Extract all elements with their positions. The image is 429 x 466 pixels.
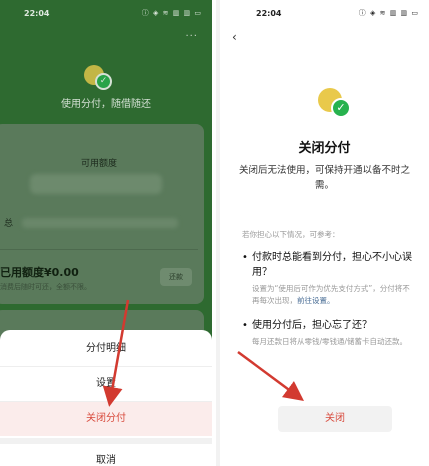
sheet-item-close-fenfu[interactable]: 关闭分付	[0, 402, 212, 436]
status-time: 22:04	[256, 8, 282, 18]
used-limit: 已用额度¥0.00	[0, 266, 79, 279]
total-prefix: 总	[4, 219, 14, 229]
back-icon[interactable]: ‹	[232, 30, 237, 44]
concern-item-misuse: 付款时总能看到分付，担心不小心误用？ 设置为“使用后可作为优先支付方式”，分付将…	[242, 250, 415, 307]
blurred-total	[22, 218, 178, 228]
close-button[interactable]: 关闭	[278, 406, 392, 432]
fenfu-logo-icon: ✓	[318, 84, 354, 120]
action-sheet: 分付明细 设置 关闭分付 取消	[0, 330, 212, 466]
sheet-item-settings[interactable]: 设置	[0, 367, 212, 401]
sheet-item-cancel[interactable]: 取消	[0, 444, 212, 466]
credit-card: 可用额度 总 已用额度¥0.00 消费后随时可还，全额不限。 还款	[0, 124, 204, 304]
go-settings-link[interactable]: 前往设置。	[297, 296, 335, 305]
concern-title: 使用分付后，担心忘了还？	[242, 318, 415, 333]
concern-title: 付款时总能看到分付，担心不小心误用？	[242, 250, 415, 280]
status-icons: ⓘ ◈ ≋ ▥ ▥ ▭	[358, 9, 419, 17]
blurred-amount	[30, 174, 162, 194]
page-description: 关闭后无法使用，可保持开通以备不时之需。	[238, 165, 410, 191]
fenfu-logo-icon: ✓	[84, 61, 114, 91]
concern-detail: 每月还款日将从零钱/零钱通/储蓄卡自动还款。	[252, 337, 408, 346]
available-limit-label: 可用额度	[80, 159, 117, 169]
status-bar: 22:04 ⓘ ◈ ≋ ▥ ▥ ▭	[220, 0, 429, 26]
more-icon[interactable]: ···	[185, 31, 198, 42]
concern-item-forget-repay: 使用分付后，担心忘了还？ 每月还款日将从零钱/零钱通/储蓄卡自动还款。	[242, 318, 415, 348]
status-time: 22:04	[24, 8, 50, 18]
right-screen: 22:04 ⓘ ◈ ≋ ▥ ▥ ▭ ‹ ✓ 关闭分付 关闭后无法使用，可保持开通…	[216, 0, 429, 466]
status-bar: 22:04 ⓘ ◈ ≋ ▥ ▥ ▭	[0, 0, 212, 26]
page-title: 关闭分付	[298, 141, 351, 156]
section-hint: 若你担心以下情况，可参考：	[242, 230, 340, 239]
used-limit-note: 消费后随时可还，全额不限。	[0, 283, 91, 291]
divider	[0, 249, 198, 250]
status-icons: ⓘ ◈ ≋ ▥ ▥ ▭	[141, 9, 202, 17]
concern-detail: 设置为“使用后可作为优先支付方式”，分付将不再每次出现，前往设置。	[242, 283, 415, 307]
left-screen: 22:04 ⓘ ◈ ≋ ▥ ▥ ▭ ··· ✓ 使用分付，随借随还 可用额度 总…	[0, 0, 212, 466]
repay-button[interactable]: 还款	[160, 268, 192, 286]
slogan: 使用分付，随借随还	[61, 99, 151, 110]
sheet-item-details[interactable]: 分付明细	[0, 332, 212, 366]
